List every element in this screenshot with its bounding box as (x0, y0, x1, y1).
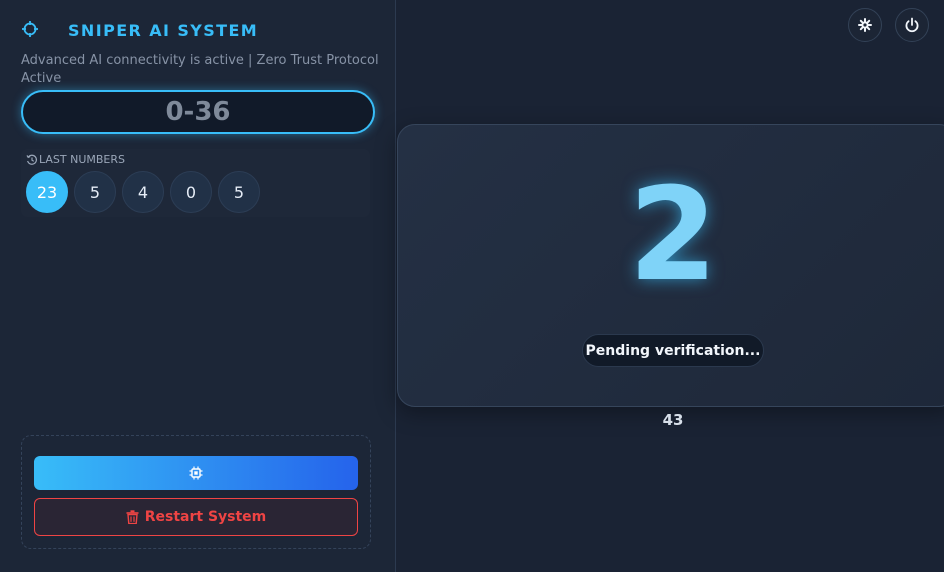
restart-system-button[interactable]: Restart System (34, 498, 358, 536)
last-number-chip: 5 (74, 171, 116, 213)
power-icon (905, 17, 919, 33)
last-numbers-list: 23 5 4 0 5 (26, 171, 266, 213)
last-numbers-label: LAST NUMBERS (39, 153, 125, 166)
sidebar: SNIPER AI SYSTEM Advanced AI connectivit… (0, 0, 396, 572)
action-panel: Restart System (21, 435, 371, 549)
range-display: 0-36 (21, 90, 375, 134)
result-card: 2 Pending verification... (397, 124, 944, 407)
last-number-chip: 0 (170, 171, 212, 213)
last-numbers-header: LAST NUMBERS (26, 153, 125, 166)
last-number-chip: 5 (218, 171, 260, 213)
spin-count: 43 (662, 411, 684, 429)
chip-icon (189, 466, 203, 480)
settings-button[interactable] (848, 8, 882, 42)
status-subtitle: Advanced AI connectivity is active | Zer… (21, 53, 379, 86)
brand: SNIPER AI SYSTEM (21, 20, 257, 40)
last-number-chip: 4 (122, 171, 164, 213)
history-icon (26, 154, 37, 165)
restart-label: Restart System (144, 509, 267, 525)
power-button[interactable] (895, 8, 929, 42)
crosshair-icon (22, 21, 38, 37)
predicted-number: 2 (628, 161, 718, 310)
status-badge: Pending verification... (582, 334, 764, 367)
last-numbers-panel: LAST NUMBERS 23 5 4 0 5 (21, 149, 370, 217)
app-title: SNIPER AI SYSTEM (68, 21, 259, 40)
ai-predict-button[interactable] (34, 456, 358, 490)
gear-icon (858, 18, 872, 32)
last-number-chip: 23 (26, 171, 68, 213)
trash-icon (126, 510, 139, 524)
